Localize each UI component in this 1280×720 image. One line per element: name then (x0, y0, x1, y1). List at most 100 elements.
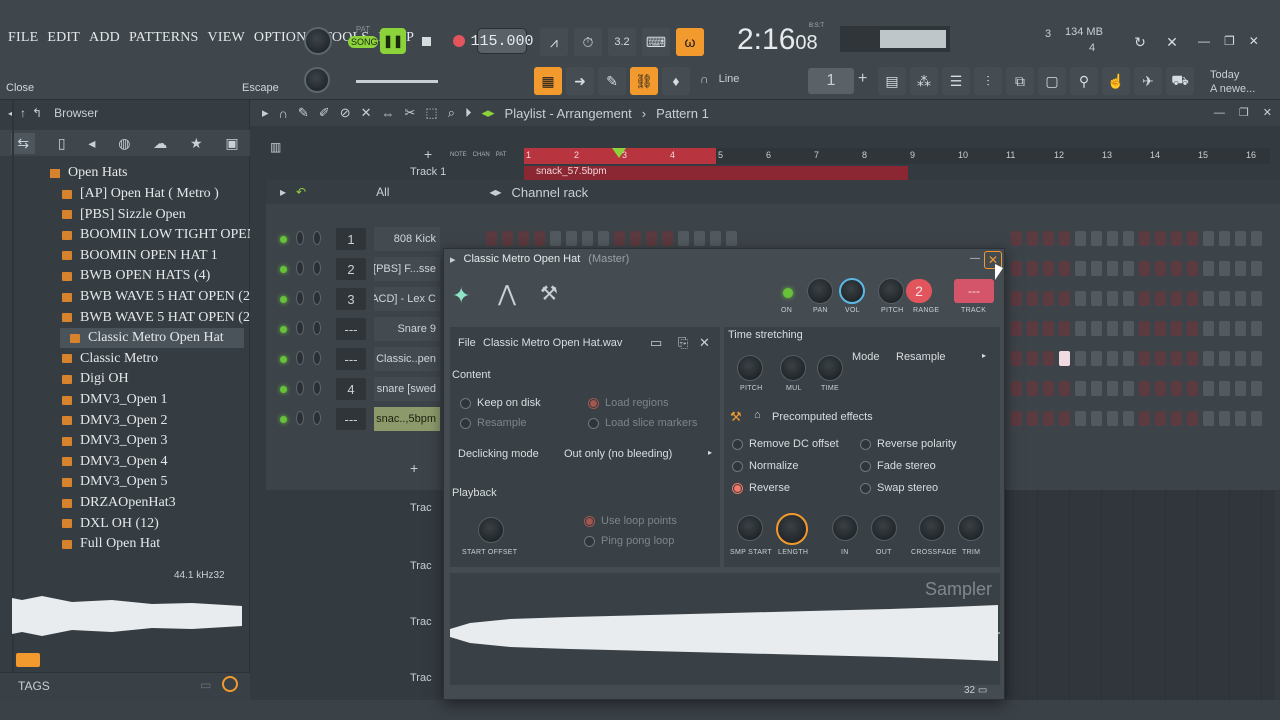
browser-item[interactable]: DMV3_Open 4 (62, 452, 168, 472)
step-button[interactable] (1235, 351, 1246, 366)
tempo-display[interactable]: 115.000 (471, 28, 534, 54)
browser-item[interactable]: Classic Metro Open Hat (60, 328, 244, 349)
mixer-icon[interactable]: ⫶ (974, 67, 1002, 95)
step-button[interactable] (694, 231, 705, 246)
step-button[interactable] (1043, 411, 1054, 426)
step-button[interactable] (1091, 261, 1102, 276)
step-button[interactable] (1155, 321, 1166, 336)
step-button[interactable] (1187, 351, 1198, 366)
step-button[interactable] (598, 231, 609, 246)
envelope-icon[interactable]: ⋀ (498, 281, 516, 307)
channel-name-button[interactable]: 808 Kick (374, 227, 440, 251)
channel-name-button[interactable]: Snare 9 (374, 317, 440, 341)
playlist-maximize-icon[interactable]: ❐ (1239, 106, 1249, 119)
rack-swing-icon[interactable]: ↶ (296, 185, 306, 199)
browser-item[interactable]: DMV3_Open 2 (62, 411, 168, 431)
master-volume-knob[interactable] (304, 27, 332, 55)
browser-item[interactable]: BWB WAVE 5 HAT OPEN (20) (62, 308, 262, 328)
bar-number[interactable]: 4 (670, 150, 675, 160)
step-button[interactable] (1219, 381, 1230, 396)
step-button[interactable] (1107, 411, 1118, 426)
piano-roll-window-icon[interactable]: ☰ (942, 67, 970, 95)
step-button[interactable] (1091, 411, 1102, 426)
cloud-icon[interactable]: ☁ (153, 135, 167, 152)
minimize-icon[interactable]: — (1198, 34, 1210, 48)
step-button[interactable] (1075, 351, 1086, 366)
step-button[interactable] (1155, 381, 1166, 396)
step-button[interactable] (1203, 261, 1214, 276)
step-button[interactable] (1203, 231, 1214, 246)
step-button[interactable] (1155, 411, 1166, 426)
channel-vol-knob[interactable] (313, 321, 321, 335)
fade-out-knob[interactable] (871, 515, 897, 541)
browser-item[interactable]: DMV3_Open 3 (62, 431, 168, 451)
stop-button[interactable] (414, 28, 438, 54)
step-button[interactable] (486, 231, 497, 246)
playback-tool-icon[interactable]: ⏵ (465, 105, 472, 121)
sampler-menu-icon[interactable]: ▸ (450, 253, 456, 266)
step-button[interactable] (1123, 231, 1134, 246)
step-button[interactable] (1027, 321, 1038, 336)
stretch-mul-knob[interactable] (780, 355, 806, 381)
step-button[interactable] (1091, 291, 1102, 306)
volume-knob[interactable] (839, 278, 865, 304)
folder-open-hats[interactable]: Open Hats (50, 163, 128, 183)
step-button[interactable] (1139, 411, 1150, 426)
step-button[interactable] (1235, 231, 1246, 246)
step-button[interactable] (614, 231, 625, 246)
playlist-arrow-icon[interactable]: ▸ (262, 105, 269, 121)
bar-number[interactable]: 1 (526, 150, 531, 160)
step-button[interactable] (1251, 321, 1262, 336)
close-icon[interactable]: ✕ (1249, 34, 1259, 48)
channel-rack-icon[interactable]: ⁂ (910, 67, 938, 95)
pattern-selector[interactable]: 1 (808, 68, 854, 94)
bar-number[interactable]: 7 (814, 150, 819, 160)
bar-number[interactable]: 3 (622, 150, 627, 160)
step-button[interactable] (534, 231, 545, 246)
current-project-icon[interactable]: ▯ (58, 135, 66, 152)
star-icon[interactable]: ★ (190, 135, 203, 152)
bar-number[interactable]: 11 (1006, 150, 1015, 160)
step-button[interactable] (1027, 231, 1038, 246)
export-icon[interactable]: ✈ (1134, 67, 1162, 95)
step-button[interactable] (582, 231, 593, 246)
channel-mixer-number[interactable]: 3 (336, 288, 366, 310)
step-button[interactable] (1139, 231, 1150, 246)
step-button[interactable] (1043, 231, 1054, 246)
step-button[interactable] (1251, 291, 1262, 306)
all-files-icon[interactable]: ⇆ (11, 132, 36, 154)
stretch-pitch-knob[interactable] (737, 355, 763, 381)
step-button[interactable] (1251, 381, 1262, 396)
channel-led[interactable] (280, 296, 287, 303)
start-offset-knob[interactable] (478, 517, 504, 543)
master-pitch-slider[interactable] (356, 80, 438, 83)
channel-pan-knob[interactable] (296, 411, 304, 425)
step-button[interactable] (1203, 411, 1214, 426)
channel-pan-knob[interactable] (296, 261, 304, 275)
browser-item[interactable]: [PBS] Sizzle Open (62, 205, 186, 225)
channel-mixer-number[interactable]: --- (336, 408, 366, 430)
preview-play-icon[interactable] (16, 653, 40, 667)
step-button[interactable] (1059, 381, 1070, 396)
step-button[interactable] (1027, 291, 1038, 306)
channel-led[interactable] (280, 416, 287, 423)
step-button[interactable] (1171, 291, 1182, 306)
news-panel[interactable]: Today A newe... (1210, 68, 1255, 96)
step-button[interactable] (630, 231, 641, 246)
step-button[interactable] (1203, 291, 1214, 306)
playlist-close-icon[interactable]: ✕ (1263, 106, 1272, 119)
touch-icon[interactable]: ☝ (1102, 67, 1130, 95)
pitch-knob[interactable] (878, 278, 904, 304)
step-button[interactable] (1091, 321, 1102, 336)
step-button[interactable] (678, 231, 689, 246)
channel-led[interactable] (280, 356, 287, 363)
channel-name-button[interactable]: [ACD] - Lex C (374, 287, 440, 311)
keep-on-disk-option[interactable]: Keep on disk (460, 397, 541, 409)
load-slice-option[interactable]: Load slice markers (588, 417, 697, 429)
step-button[interactable] (1251, 411, 1262, 426)
up-arrow-icon[interactable]: ↑ (20, 106, 26, 120)
channel-led[interactable] (280, 266, 287, 273)
use-loop-option[interactable]: Use loop points (584, 515, 677, 527)
pan-knob[interactable] (807, 278, 833, 304)
step-button[interactable] (566, 231, 577, 246)
